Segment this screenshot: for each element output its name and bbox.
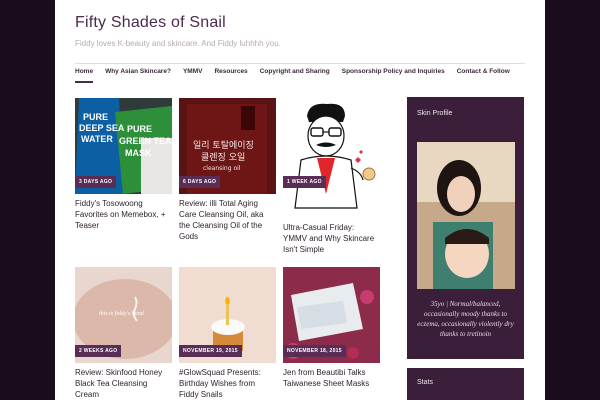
post-thumbnail[interactable]: 1 week ago [283, 98, 380, 218]
thumb-text: PURE [127, 124, 152, 134]
widget-title: Stats [417, 379, 433, 386]
cartoon-scientist-illustration [294, 103, 376, 209]
post-date-badge: November 18, 2015 [283, 345, 346, 357]
left-background [0, 0, 55, 400]
thumb-text: MASK [125, 148, 152, 158]
skin-profile-widget: Skin Profile 35yo | Normal/balanced, occ… [407, 97, 524, 359]
post-thumbnail[interactable]: PURE DEEP SEA WATER PURE GREEN TEA MASK … [75, 98, 172, 194]
nav-item-copyright[interactable]: Copyright and Sharing [260, 68, 330, 83]
thumb-text: 일리 토탈에이징 [193, 140, 254, 151]
post-title[interactable]: Review: illi Total Aging Care Cleansing … [179, 198, 276, 242]
post-thumbnail[interactable]: November 18, 2015 [283, 267, 380, 363]
post-date-badge: 3 days ago [75, 176, 117, 188]
post-date-badge: 1 week ago [283, 176, 326, 188]
thumb-text: 클렌징 오일 [201, 152, 245, 163]
site-title[interactable]: Fifty Shades of Snail [75, 14, 226, 32]
thumb-text: this is fiddy's hand [99, 310, 145, 317]
post-title[interactable]: #GlowSquad Presents: Birthday Wishes fro… [179, 367, 276, 400]
page-container: Fifty Shades of Snail Fiddy loves K-beau… [55, 0, 545, 400]
post-card[interactable]: November 19, 2015 #GlowSquad Presents: B… [179, 267, 276, 400]
nav-item-sponsorship[interactable]: Sponsorship Policy and Inquiries [342, 68, 445, 83]
widget-title: Skin Profile [417, 110, 453, 117]
post-date-badge: November 19, 2015 [179, 345, 242, 357]
thumb-text: PURE [83, 112, 108, 122]
stats-widget: Stats [407, 368, 524, 400]
profile-caption: 35yo | Normal/balanced, occasionally moo… [417, 300, 514, 338]
header-divider [75, 63, 525, 64]
main-nav: Home Why Asian Skincare? YMMV Resources … [75, 68, 522, 83]
nav-item-ymmv[interactable]: YMMV [183, 68, 203, 83]
profile-photo [417, 142, 515, 289]
post-thumbnail[interactable]: November 19, 2015 [179, 267, 276, 363]
right-background [545, 0, 600, 400]
post-card[interactable]: November 18, 2015 Jen from Beautibi Talk… [283, 267, 380, 389]
post-thumbnail[interactable]: this is fiddy's hand 2 weeks ago [75, 267, 172, 363]
post-card[interactable]: PURE DEEP SEA WATER PURE GREEN TEA MASK … [75, 98, 172, 231]
thumb-text: WATER [81, 134, 113, 144]
post-card[interactable]: this is fiddy's hand 2 weeks ago Review:… [75, 267, 172, 400]
post-title[interactable]: Review: Skinfood Honey Black Tea Cleansi… [75, 367, 172, 400]
post-title[interactable]: Ultra-Casual Friday: YMMV and Why Skinca… [283, 222, 380, 255]
nav-item-why-asian-skincare[interactable]: Why Asian Skincare? [105, 68, 171, 83]
post-card[interactable]: 일리 토탈에이징 클렌징 오일 cleansing oil 6 days ago… [179, 98, 276, 242]
thumb-text: DEEP SEA [79, 123, 125, 133]
thumb-text: cleansing oil [203, 165, 241, 172]
thumb-text: GREEN TEA [119, 136, 172, 146]
post-title[interactable]: Jen from Beautibi Talks Taiwanese Sheet … [283, 367, 380, 389]
post-date-badge: 6 days ago [179, 176, 221, 188]
post-date-badge: 2 weeks ago [75, 345, 122, 357]
post-title[interactable]: Fiddy's Tosowoong Favorites on Memebox, … [75, 198, 172, 231]
profile-photo-image [417, 142, 515, 289]
nav-item-contact[interactable]: Contact & Follow [457, 68, 510, 83]
site-tagline: Fiddy loves K-beauty and skincare. And F… [75, 39, 281, 48]
nav-item-home[interactable]: Home [75, 68, 94, 83]
nav-item-resources[interactable]: Resources [214, 68, 247, 83]
post-card[interactable]: 1 week ago Ultra-Casual Friday: YMMV and… [283, 98, 380, 255]
post-thumbnail[interactable]: 일리 토탈에이징 클렌징 오일 cleansing oil 6 days ago [179, 98, 276, 194]
